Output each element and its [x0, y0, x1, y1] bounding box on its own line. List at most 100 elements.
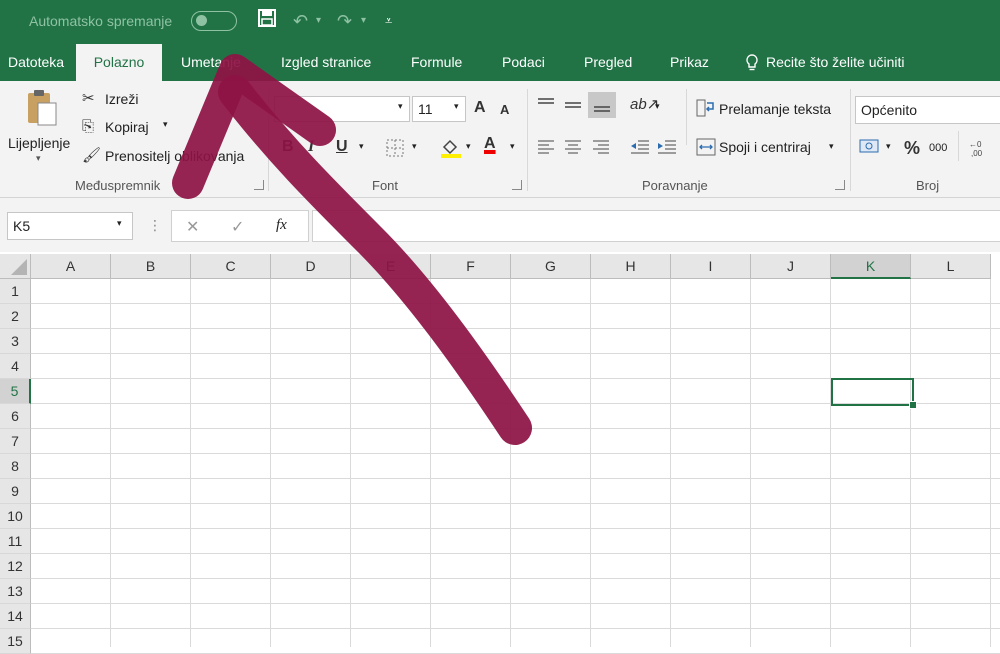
font-launcher-icon[interactable]	[512, 180, 522, 190]
redo-icon[interactable]: ↷	[337, 8, 352, 34]
column-header-c[interactable]: C	[191, 254, 271, 279]
column-header-e[interactable]: E	[351, 254, 431, 279]
selected-cell-k5[interactable]	[831, 378, 914, 406]
undo-dropdown-icon[interactable]: ▾	[316, 8, 321, 34]
column-header-h[interactable]: H	[591, 254, 671, 279]
copy-button[interactable]: Kopiraj	[105, 119, 149, 135]
alignment-launcher-icon[interactable]	[835, 180, 845, 190]
tell-me-search[interactable]: Recite što želite učiniti	[766, 44, 905, 81]
clipboard-launcher-icon[interactable]	[254, 180, 264, 190]
gridline-vertical	[510, 279, 511, 647]
gridline-horizontal	[31, 528, 1000, 529]
font-name-dropdown-icon[interactable]: ▾	[398, 101, 403, 112]
name-box[interactable]: K5	[7, 212, 133, 240]
column-header-j[interactable]: J	[751, 254, 831, 279]
percent-button[interactable]: %	[904, 138, 920, 159]
number-format-combo[interactable]: Općenito	[855, 96, 1000, 124]
wrap-text-button[interactable]: Prelamanje teksta	[719, 101, 831, 117]
increase-indent-icon[interactable]	[657, 139, 677, 160]
increase-decimal-icon[interactable]: ←0,00	[967, 138, 995, 163]
font-color-button[interactable]: A	[484, 135, 496, 153]
borders-icon[interactable]	[386, 139, 404, 162]
align-top-icon[interactable]	[537, 97, 555, 118]
orientation-dropdown-icon[interactable]: ▾	[655, 101, 660, 112]
underline-button[interactable]: U	[336, 138, 348, 156]
row-header-10[interactable]: 10	[0, 504, 31, 529]
copy-dropdown-icon[interactable]: ▾	[163, 119, 168, 130]
undo-icon[interactable]: ↶	[293, 8, 308, 34]
decrease-indent-icon[interactable]	[630, 139, 650, 160]
shrink-font-button[interactable]: A	[500, 102, 509, 117]
group-separator	[268, 89, 269, 191]
row-header-5[interactable]: 5	[0, 379, 31, 404]
row-header-12[interactable]: 12	[0, 554, 31, 579]
row-header-4[interactable]: 4	[0, 354, 31, 379]
column-header-b[interactable]: B	[111, 254, 191, 279]
tab-umetanje[interactable]: Umetanje	[181, 44, 241, 81]
name-box-dropdown-icon[interactable]: ▾	[117, 218, 122, 229]
bold-button[interactable]: B	[282, 138, 294, 156]
row-header-9[interactable]: 9	[0, 479, 31, 504]
column-header-f[interactable]: F	[431, 254, 511, 279]
row-header-13[interactable]: 13	[0, 579, 31, 604]
cancel-icon[interactable]: ✕	[186, 217, 199, 237]
accounting-dropdown-icon[interactable]: ▾	[886, 141, 891, 152]
insert-function-icon[interactable]: fx	[276, 217, 287, 234]
align-left-icon[interactable]	[537, 139, 555, 160]
font-color-dropdown-icon[interactable]: ▾	[510, 141, 515, 152]
tab-pregled[interactable]: Pregled	[584, 44, 632, 81]
row-header-7[interactable]: 7	[0, 429, 31, 454]
align-bottom-icon[interactable]	[588, 92, 616, 118]
row-header-3[interactable]: 3	[0, 329, 31, 354]
tab-datoteka[interactable]: Datoteka	[8, 44, 64, 81]
row-header-15[interactable]: 15	[0, 629, 31, 654]
column-header-i[interactable]: I	[671, 254, 751, 279]
redo-dropdown-icon[interactable]: ▾	[361, 8, 366, 34]
font-name-combo[interactable]	[274, 96, 410, 122]
column-header-k[interactable]: K	[831, 254, 911, 279]
row-header-1[interactable]: 1	[0, 279, 31, 304]
underline-dropdown-icon[interactable]: ▾	[359, 141, 364, 152]
gridline-vertical	[750, 279, 751, 647]
merge-center-dropdown-icon[interactable]: ▾	[829, 141, 834, 152]
row-header-14[interactable]: 14	[0, 604, 31, 629]
grow-font-button[interactable]: A	[474, 99, 486, 117]
row-header-6[interactable]: 6	[0, 404, 31, 429]
format-painter-button[interactable]: Prenositelj oblikovanja	[105, 148, 244, 164]
paste-dropdown-icon[interactable]: ▾	[36, 153, 41, 164]
row-header-8[interactable]: 8	[0, 454, 31, 479]
worksheet-grid[interactable]: ABCDEFGHIJKL 1 2 3 4 5 6 7 8 9 10 11 12 13 14 15	[0, 254, 1000, 654]
align-center-icon[interactable]	[564, 139, 582, 160]
merge-center-button[interactable]: Spoji i centriraj	[719, 139, 811, 155]
customize-qat-icon[interactable]: ⩡	[385, 8, 392, 34]
row-header-11[interactable]: 11	[0, 529, 31, 554]
column-header-l[interactable]: L	[911, 254, 991, 279]
tab-formule[interactable]: Formule	[411, 44, 462, 81]
align-right-icon[interactable]	[592, 139, 610, 160]
italic-button[interactable]: I	[308, 138, 314, 156]
tab-podaci[interactable]: Podaci	[502, 44, 545, 81]
fill-color-dropdown-icon[interactable]: ▾	[466, 141, 471, 152]
column-header-d[interactable]: D	[271, 254, 351, 279]
autosave-toggle[interactable]	[191, 11, 237, 31]
enter-icon[interactable]: ✓	[231, 217, 244, 237]
fill-handle[interactable]	[909, 401, 917, 409]
comma-style-button[interactable]: 000	[929, 142, 947, 154]
fill-color-icon[interactable]	[440, 137, 462, 164]
borders-dropdown-icon[interactable]: ▾	[412, 141, 417, 152]
paste-button[interactable]: Lijepljenje	[8, 135, 70, 151]
row-header-2[interactable]: 2	[0, 304, 31, 329]
tab-polazno[interactable]: Polazno	[76, 44, 162, 81]
align-middle-icon[interactable]	[564, 97, 582, 118]
accounting-format-icon[interactable]	[859, 137, 881, 162]
tab-izgled-stranice[interactable]: Izgled stranice	[281, 44, 371, 81]
save-icon[interactable]	[257, 8, 277, 35]
select-all-button[interactable]	[0, 254, 31, 279]
paste-icon[interactable]	[24, 89, 60, 134]
cut-button[interactable]: Izreži	[105, 91, 138, 107]
tab-prikaz[interactable]: Prikaz	[670, 44, 709, 81]
formula-input[interactable]	[312, 210, 1000, 242]
column-header-a[interactable]: A	[31, 254, 111, 279]
column-header-g[interactable]: G	[511, 254, 591, 279]
font-size-dropdown-icon[interactable]: ▾	[454, 101, 459, 112]
